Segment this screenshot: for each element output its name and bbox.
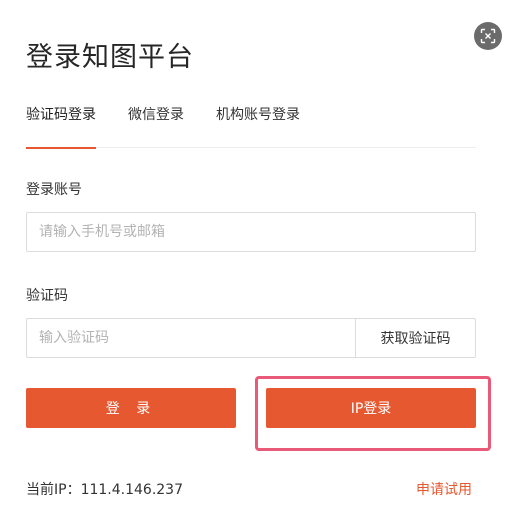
page-title: 登录知图平台	[26, 42, 194, 73]
current-ip-text: 当前IP：111.4.146.237	[26, 482, 183, 498]
close-button[interactable]	[474, 22, 502, 50]
tab-code-login[interactable]: 验证码登录	[26, 102, 96, 149]
login-button[interactable]: 登 录	[26, 388, 236, 428]
tab-institution-login[interactable]: 机构账号登录	[216, 102, 300, 148]
code-input[interactable]	[26, 318, 356, 358]
account-input[interactable]	[26, 212, 476, 252]
ip-login-button[interactable]: IP登录	[266, 388, 476, 428]
code-label: 验证码	[26, 288, 68, 304]
scan-close-icon	[480, 28, 496, 44]
account-label: 登录账号	[26, 182, 82, 198]
apply-trial-link[interactable]: 申请试用	[416, 480, 472, 500]
tab-wechat-login[interactable]: 微信登录	[128, 102, 184, 148]
get-code-button[interactable]: 获取验证码	[355, 318, 476, 358]
login-tabs: 验证码登录 微信登录 机构账号登录	[26, 102, 476, 149]
